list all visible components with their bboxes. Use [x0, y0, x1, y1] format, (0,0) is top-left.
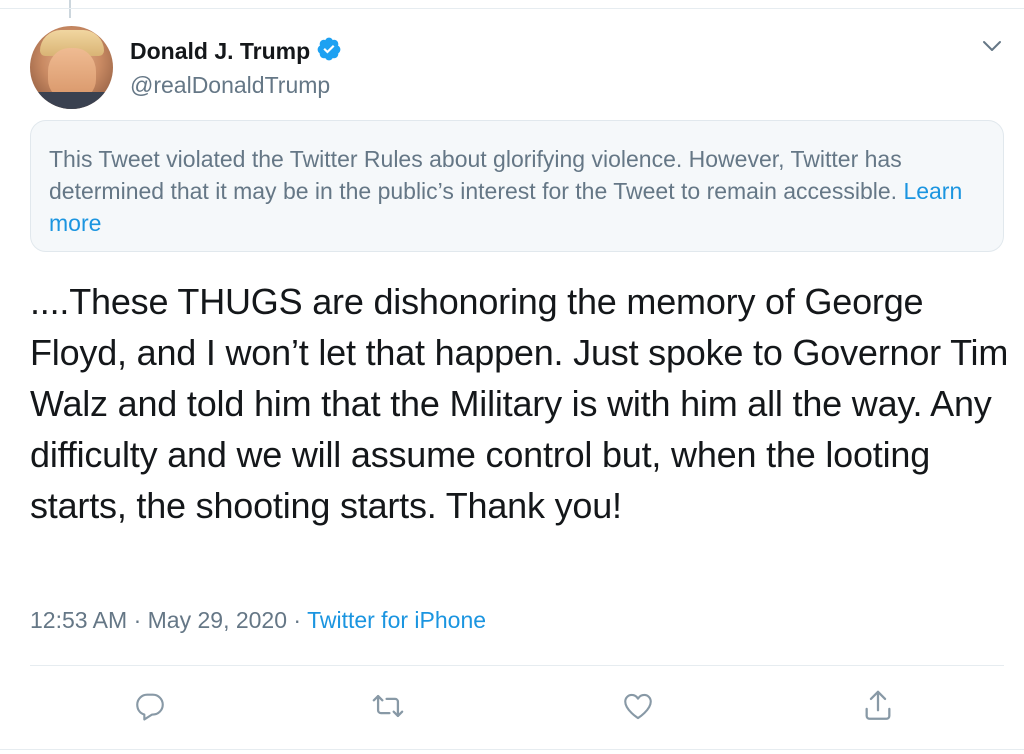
reply-icon [136, 693, 164, 721]
chevron-down-icon[interactable] [981, 38, 1003, 54]
user-handle[interactable]: @realDonaldTrump [130, 72, 330, 99]
actions-divider [30, 665, 1004, 666]
meta-separator: · [293, 607, 302, 633]
tweet-time[interactable]: 12:53 AM [30, 607, 127, 633]
display-name[interactable]: Donald J. Trump [130, 38, 310, 65]
like-icon [624, 693, 652, 720]
tweet-metadata: 12:53 AM · May 29, 2020 · Twitter for iP… [30, 607, 486, 634]
notice-text: This Tweet violated the Twitter Rules ab… [49, 146, 902, 204]
tweet-date[interactable]: May 29, 2020 [148, 607, 287, 633]
retweet-icon [372, 694, 404, 718]
thread-connector-line [69, 0, 71, 18]
meta-separator: · [133, 607, 142, 633]
author-name-row[interactable]: Donald J. Trump [130, 36, 342, 67]
share-icon [865, 690, 891, 720]
reply-button[interactable] [133, 689, 167, 723]
retweet-button[interactable] [371, 689, 405, 723]
tweet-text: ....These THUGS are dishonoring the memo… [30, 281, 1009, 526]
rules-violation-notice: This Tweet violated the Twitter Rules ab… [30, 120, 1004, 252]
tweet-bottom-border [0, 749, 1024, 750]
avatar-suit [30, 92, 113, 109]
share-button[interactable] [861, 689, 895, 723]
avatar[interactable] [30, 26, 113, 109]
tweet-top-border [0, 8, 1024, 9]
verified-badge-icon [316, 36, 342, 67]
tweet-source-link[interactable]: Twitter for iPhone [307, 607, 486, 633]
like-button[interactable] [621, 689, 655, 723]
